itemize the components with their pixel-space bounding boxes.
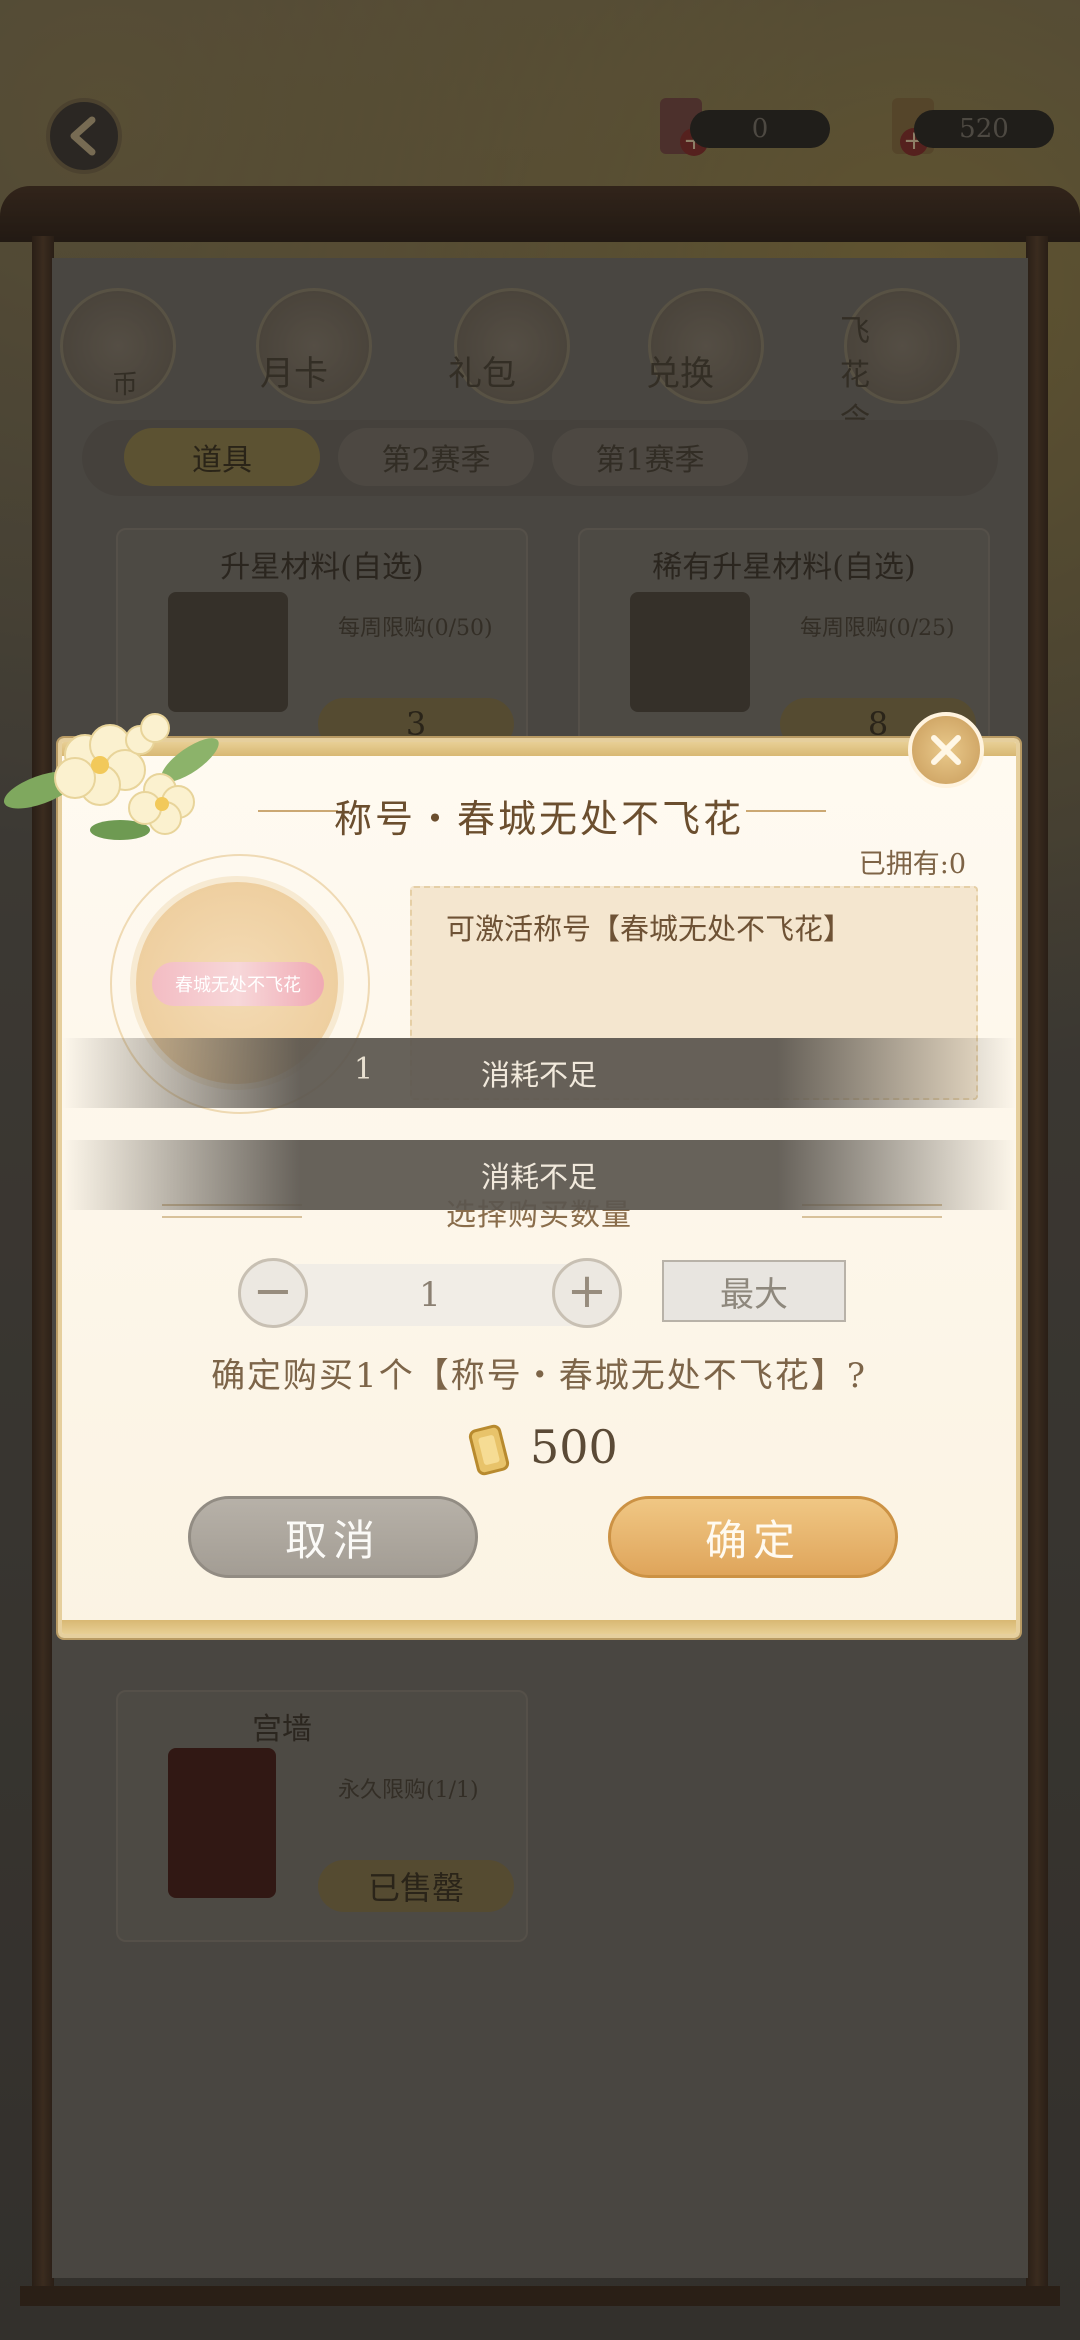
close-icon — [931, 735, 961, 765]
minus-button[interactable]: − — [238, 1258, 308, 1328]
close-button[interactable] — [908, 712, 984, 788]
title-badge: 春城无处不飞花 — [152, 962, 324, 1006]
cancel-button[interactable]: 取消 — [188, 1496, 478, 1578]
description-text: 可激活称号【春城无处不飞花】 — [446, 912, 853, 946]
title-divider-right — [746, 810, 826, 812]
gold-token-icon — [468, 1424, 510, 1476]
toast-text: 消耗不足 — [480, 1160, 597, 1194]
purchase-modal: 称号・春城无处不飞花 已拥有:0 春城无处不飞花 可激活称号【春城无处不飞花】 … — [58, 738, 1020, 1638]
modal-bottom-band — [62, 1620, 1016, 1634]
toast-insufficient: 消耗不足 — [62, 1140, 1016, 1210]
confirm-text: 确定购买1个【称号・春城无处不飞花】? — [211, 1356, 867, 1396]
owned-count: 已拥有:0 — [858, 849, 966, 880]
quantity-value[interactable]: 1 — [308, 1264, 552, 1326]
price-value: 500 — [530, 1420, 618, 1474]
price-row: 500 — [62, 1414, 1016, 1484]
toast-number: 1 — [354, 1052, 374, 1087]
toast-text: 消耗不足 — [480, 1058, 597, 1092]
toast-insufficient: 1 消耗不足 — [62, 1038, 1016, 1108]
max-button[interactable]: 最大 — [662, 1260, 846, 1322]
confirm-button[interactable]: 确定 — [608, 1496, 898, 1578]
flower-decoration-icon — [3, 713, 219, 840]
plus-button[interactable]: + — [552, 1258, 622, 1328]
